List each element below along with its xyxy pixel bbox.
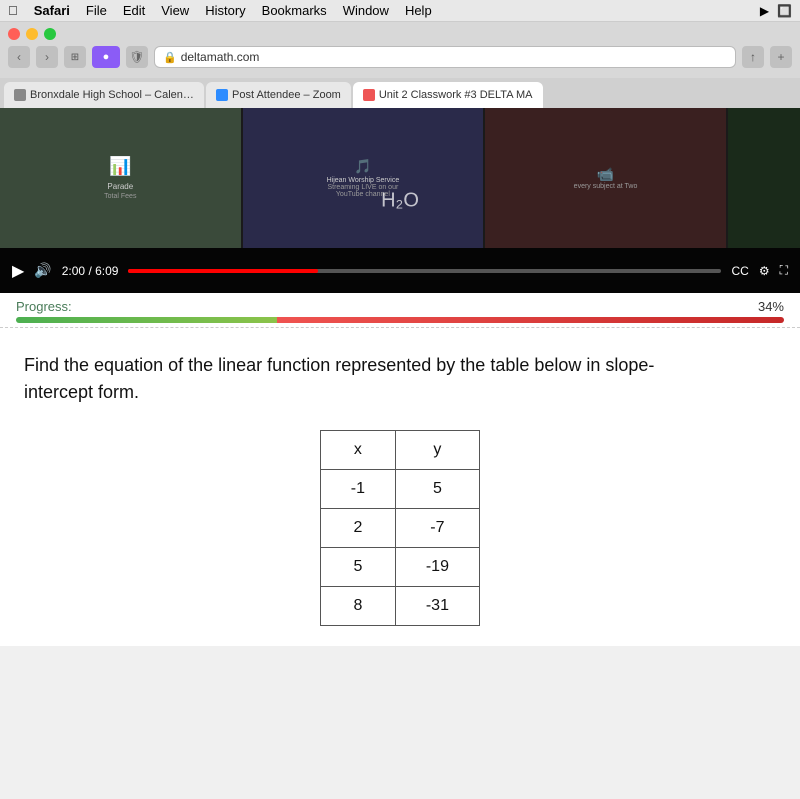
table-header-y: y bbox=[395, 431, 479, 470]
menu-history[interactable]: History bbox=[205, 3, 245, 18]
tab-deltamath[interactable]: Unit 2 Classwork #3 DELTA MA bbox=[353, 82, 543, 108]
settings-icon[interactable]: ⚙ bbox=[759, 264, 770, 278]
video-controls[interactable]: ▶ 🔊 2:00 / 6:09 CC ⚙ ⛶ bbox=[0, 248, 800, 293]
menu-view[interactable]: View bbox=[161, 3, 189, 18]
video-thumb-3: 📹 every subject at Two bbox=[485, 108, 726, 248]
video-thumbnails: 📊 Parade Total Fees 🎵 Hijean Worship Ser… bbox=[0, 108, 800, 248]
lock-icon: 🔒 bbox=[163, 51, 177, 64]
data-table: x y -152-75-198-31 bbox=[320, 430, 480, 626]
table-cell-2-0: 5 bbox=[321, 548, 396, 587]
tab-title-zoom: Post Attendee – Zoom bbox=[232, 89, 341, 101]
table-cell-3-1: -31 bbox=[395, 587, 479, 626]
table-header-x: x bbox=[321, 431, 396, 470]
menu-help[interactable]: Help bbox=[405, 3, 432, 18]
url-text: deltamath.com bbox=[181, 50, 260, 64]
extension-icon[interactable]: ● bbox=[92, 46, 120, 68]
progress-section: Progress: 34% bbox=[0, 293, 800, 328]
table-cell-0-1: 5 bbox=[395, 470, 479, 509]
menu-bookmarks[interactable]: Bookmarks bbox=[262, 3, 327, 18]
tab-bar: Bronxdale High School – Calendar – Thurs… bbox=[0, 78, 800, 108]
video-thumb-2: 🎵 Hijean Worship Service Streaming LIVE … bbox=[243, 108, 484, 248]
tab-favicon-calendar bbox=[14, 89, 26, 101]
video-center-overlay: H₂O bbox=[381, 189, 419, 212]
address-bar[interactable]: 🔒 deltamath.com bbox=[154, 46, 736, 68]
menu-edit[interactable]: Edit bbox=[123, 3, 145, 18]
share-button[interactable]: ↑ bbox=[742, 46, 764, 68]
menu-file[interactable]: File bbox=[86, 3, 107, 18]
progress-bar-red bbox=[277, 317, 784, 323]
video-thumb-1: 📊 Parade Total Fees bbox=[0, 108, 241, 248]
video-thumb-4 bbox=[728, 108, 800, 248]
menu-window[interactable]: Window bbox=[343, 3, 389, 18]
table-cell-1-1: -7 bbox=[395, 509, 479, 548]
table-cell-2-1: -19 bbox=[395, 548, 479, 587]
time-display: 2:00 / 6:09 bbox=[62, 264, 119, 278]
table-wrapper: x y -152-75-198-31 bbox=[24, 430, 776, 626]
tab-title-calendar: Bronxdale High School – Calendar – Thurs… bbox=[30, 89, 194, 101]
tab-overview-button[interactable]: ⊞ bbox=[64, 46, 86, 68]
browser-toolbar: ‹ › ⊞ ● 🛡 🔒 deltamath.com ↑ + bbox=[8, 46, 792, 68]
tab-title-deltamath: Unit 2 Classwork #3 DELTA MA bbox=[379, 89, 533, 101]
menu-right-icons: ▶ 🔲 bbox=[760, 4, 792, 18]
close-button[interactable] bbox=[8, 28, 20, 40]
table-row: 8-31 bbox=[321, 587, 480, 626]
tab-calendar[interactable]: Bronxdale High School – Calendar – Thurs… bbox=[4, 82, 204, 108]
traffic-lights bbox=[8, 28, 792, 40]
back-button[interactable]: ‹ bbox=[8, 46, 30, 68]
table-row: 5-19 bbox=[321, 548, 480, 587]
progress-bar-green bbox=[16, 317, 277, 323]
maximize-button[interactable] bbox=[44, 28, 56, 40]
add-tab-button[interactable]: + bbox=[770, 46, 792, 68]
tab-zoom[interactable]: Post Attendee – Zoom bbox=[206, 82, 351, 108]
video-player: 📊 Parade Total Fees 🎵 Hijean Worship Ser… bbox=[0, 108, 800, 293]
apple-menu[interactable]:  bbox=[8, 3, 18, 18]
menu-safari[interactable]: Safari bbox=[34, 3, 70, 18]
forward-button[interactable]: › bbox=[36, 46, 58, 68]
shield-icon: 🛡 bbox=[126, 46, 148, 68]
table-row: 2-7 bbox=[321, 509, 480, 548]
table-cell-0-0: -1 bbox=[321, 470, 396, 509]
chemical-formula: H₂O bbox=[381, 189, 419, 212]
fullscreen-icon[interactable]: ⛶ bbox=[780, 263, 788, 278]
browser-chrome: ‹ › ⊞ ● 🛡 🔒 deltamath.com ↑ + bbox=[0, 22, 800, 78]
video-progress-track[interactable] bbox=[128, 269, 721, 273]
table-row: -15 bbox=[321, 470, 480, 509]
question-text: Find the equation of the linear function… bbox=[24, 352, 704, 406]
play-button[interactable]: ▶ bbox=[12, 261, 24, 281]
tab-favicon-zoom bbox=[216, 89, 228, 101]
table-cell-1-0: 2 bbox=[321, 509, 396, 548]
minimize-button[interactable] bbox=[26, 28, 38, 40]
menu-bar:  Safari File Edit View History Bookmark… bbox=[0, 0, 800, 22]
tab-favicon-deltamath bbox=[363, 89, 375, 101]
progress-label-row: Progress: 34% bbox=[16, 299, 784, 314]
progress-bar bbox=[16, 317, 784, 323]
cc-button[interactable]: CC bbox=[731, 264, 748, 278]
main-content: Find the equation of the linear function… bbox=[0, 328, 800, 646]
video-progress-fill bbox=[128, 269, 318, 273]
table-cell-3-0: 8 bbox=[321, 587, 396, 626]
volume-button[interactable]: 🔊 bbox=[34, 262, 51, 279]
progress-label: Progress: bbox=[16, 299, 72, 314]
progress-percent: 34% bbox=[758, 299, 784, 314]
